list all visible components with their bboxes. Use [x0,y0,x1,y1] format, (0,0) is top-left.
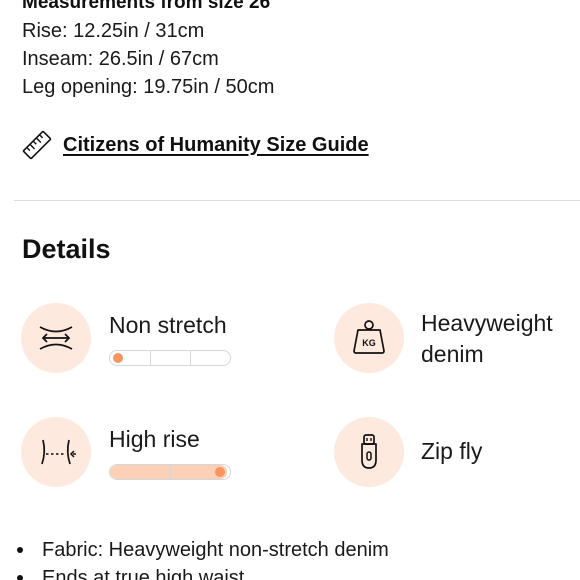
feature-label-zip-fly: Zip fly [421,438,483,464]
kg-weight-icon: KG [334,303,404,373]
size-guide-link[interactable]: Citizens of Humanity Size Guide [22,128,369,162]
zipper-icon [334,417,404,487]
svg-text:KG: KG [362,338,376,348]
scale-tick [150,351,151,365]
feature-label-non-stretch: Non stretch [109,312,227,338]
section-divider [14,200,580,201]
waist-rise-icon [21,417,91,487]
bullet-dot [17,575,23,580]
rise-scale [109,464,231,480]
stretch-scale-marker [113,353,123,363]
feature-label-high-rise: High rise [109,426,200,452]
product-details-page: Measurements from size 26 Rise: 12.25in … [0,0,580,580]
rise-scale-fill [110,465,227,479]
details-bullet-list: Fabric: Heavyweight non-stretch denim En… [14,536,389,580]
measurements-heading: Measurements from size 26 [22,0,271,13]
list-item: Fabric: Heavyweight non-stretch denim [14,536,389,564]
list-item: Ends at true high waist [14,564,389,580]
size-guide-label[interactable]: Citizens of Humanity Size Guide [63,134,369,157]
feature-label-denim: denim [421,341,484,367]
bullet-dot [17,547,23,553]
measurement-rise: Rise: 12.25in / 31cm [22,20,205,42]
measurement-leg-opening: Leg opening: 19.75in / 50cm [22,76,275,98]
stretch-scale [109,350,231,366]
bullet-text-waist: Ends at true high waist [42,567,245,580]
details-title: Details [22,234,111,264]
ruler-icon [22,130,52,160]
stretch-arrows-icon [21,303,91,373]
bullet-text-fabric: Fabric: Heavyweight non-stretch denim [42,539,389,561]
measurement-inseam: Inseam: 26.5in / 67cm [22,48,219,70]
feature-label-heavyweight: Heavyweight [421,310,553,336]
scale-tick [190,351,191,365]
rise-scale-marker [215,467,225,477]
scale-tick [170,465,171,479]
